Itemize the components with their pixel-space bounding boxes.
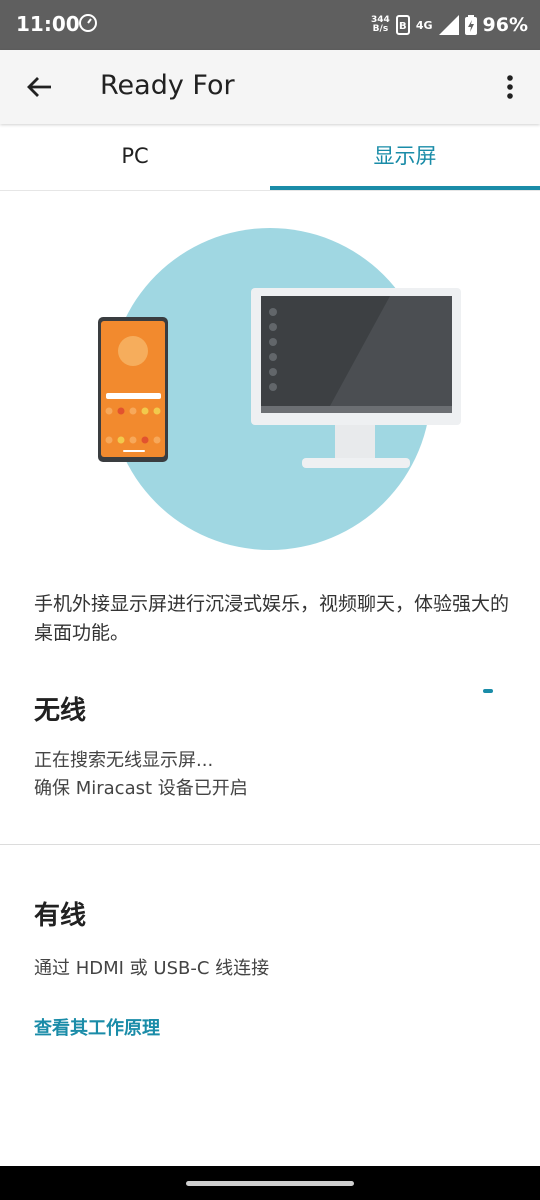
wired-section-title: 有线 xyxy=(34,901,87,931)
status-indicators: 344 B/s B 4G 96% xyxy=(371,10,528,40)
page-title: Ready For xyxy=(100,70,235,101)
signal-icon xyxy=(438,15,459,35)
more-options-icon[interactable] xyxy=(498,69,522,105)
status-bar: 11:00 344 B/s B 4G 96% xyxy=(0,0,540,50)
illustration-phone-to-monitor xyxy=(98,228,461,550)
phone-icon xyxy=(98,317,168,462)
back-arrow-icon[interactable] xyxy=(22,69,58,105)
tab-indicator xyxy=(270,186,540,190)
sim-icon: B xyxy=(395,15,410,35)
miracast-hint: 确保 Miracast 设备已开启 xyxy=(34,778,248,799)
feature-description: 手机外接显示屏进行沉浸式娱乐，视频聊天，体验强大的桌面功能。 xyxy=(34,593,510,644)
status-time: 11:00 xyxy=(16,12,80,36)
gesture-handle[interactable] xyxy=(186,1181,354,1186)
alarm-clock-icon xyxy=(79,14,97,32)
wireless-search-status: 正在搜索无线显示屏... 确保 Miracast 设备已开启 xyxy=(34,747,248,803)
navigation-bar xyxy=(0,1166,540,1200)
section-divider xyxy=(0,844,540,845)
tab-display[interactable]: 显示屏 xyxy=(270,124,540,188)
battery-icon xyxy=(464,15,477,35)
wired-description: 通过 HDMI 或 USB-C 线连接 xyxy=(34,958,270,979)
searching-text: 正在搜索无线显示屏... xyxy=(34,750,214,771)
network-speed: 344 B/s xyxy=(371,15,390,34)
app-bar: Ready For xyxy=(0,50,540,124)
tab-bar: PC 显示屏 xyxy=(0,124,540,191)
network-type: 4G xyxy=(415,18,433,32)
tab-pc[interactable]: PC xyxy=(0,124,270,188)
wireless-section-title: 无线 xyxy=(34,696,87,726)
battery-percent: 96% xyxy=(482,14,528,36)
loading-spinner-icon xyxy=(483,689,493,693)
how-it-works-link[interactable]: 查看其工作原理 xyxy=(34,1014,160,1040)
